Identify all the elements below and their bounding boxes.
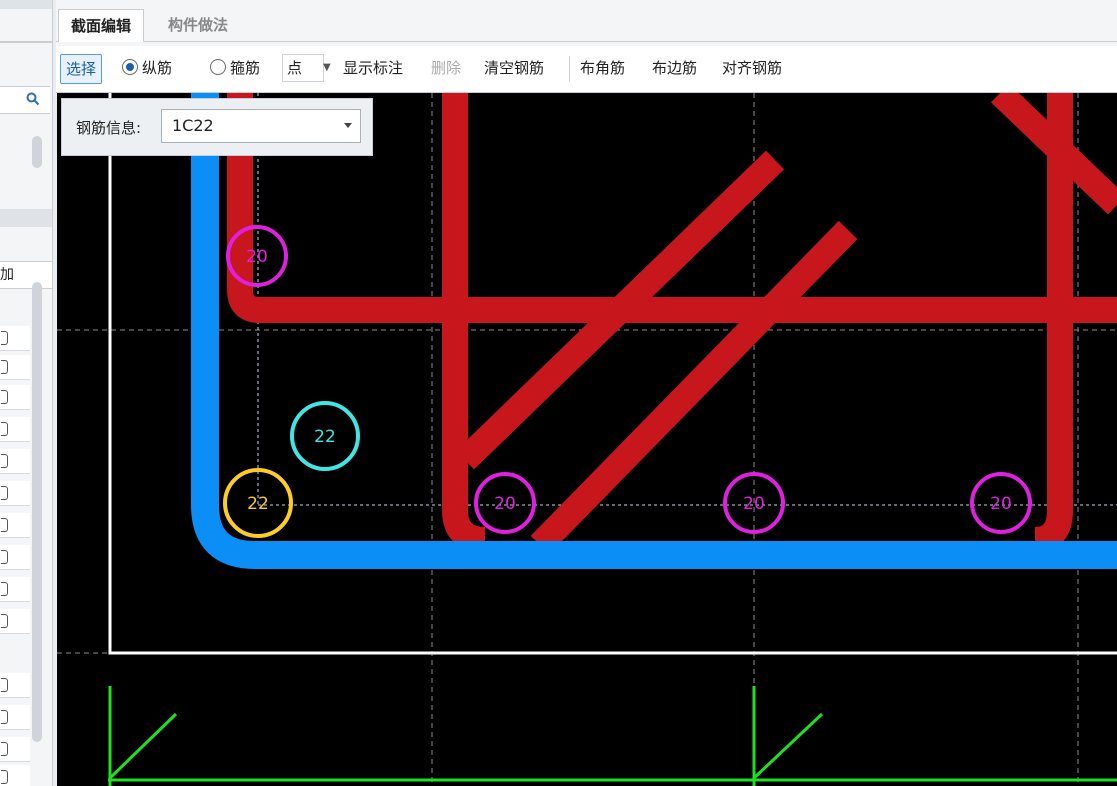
rebar-info-combobox[interactable]: 1C22 — [161, 109, 361, 143]
clear-rebar-button[interactable]: 清空钢筋 — [484, 54, 544, 82]
rebar-marker-label: 22 — [247, 494, 269, 514]
rebar-marker-label: 22 — [314, 427, 336, 447]
checkbox-fragment — [1, 742, 8, 756]
checkbox-fragment — [1, 710, 8, 724]
rebar-info-label: 钢筋信息: — [76, 119, 142, 137]
point-dropdown-value: 点 — [287, 59, 303, 77]
list-item[interactable] — [0, 513, 30, 538]
radio-unchecked-icon — [210, 59, 226, 75]
checkbox-fragment — [1, 390, 8, 404]
rebar-marker[interactable]: 20 — [970, 472, 1032, 534]
list-item[interactable] — [0, 385, 30, 410]
radio-checked-icon — [122, 59, 138, 75]
rebar-marker-label: 20 — [990, 494, 1012, 514]
search-icon[interactable] — [26, 92, 40, 110]
list-item[interactable] — [0, 673, 30, 698]
checkbox-fragment — [1, 614, 8, 628]
left-lower-scrollbar[interactable] — [32, 282, 42, 742]
tab-section-edit[interactable]: 截面编辑 — [58, 9, 145, 42]
checkbox-fragment — [1, 360, 8, 374]
left-table-header-label: 加 — [0, 267, 14, 283]
checkbox-fragment — [1, 331, 8, 345]
longitudinal-radio-label: 纵筋 — [142, 59, 173, 77]
section-drawing: 20 22 22 20 20 20 — [57, 93, 1117, 786]
show-annotation-button[interactable]: 显示标注 — [343, 54, 403, 82]
toolbar-separator — [569, 56, 570, 82]
stirrup-radio[interactable]: 箍筋 — [210, 54, 260, 82]
longitudinal-radio[interactable]: 纵筋 — [122, 54, 172, 82]
checkbox-fragment — [1, 582, 8, 596]
chevron-down-icon[interactable]: ▼ — [323, 54, 331, 82]
left-panel-divider — [0, 41, 52, 43]
toolbar: 选择 纵筋 箍筋 点 ▼ 显示标注 删除 清空钢筋 布角筋 布边筋 对齐钢筋 — [56, 46, 1117, 93]
left-panel-section-bar — [0, 209, 52, 227]
chevron-down-icon[interactable] — [344, 123, 352, 128]
left-table-header: 加 — [0, 261, 52, 289]
list-item[interactable] — [0, 705, 30, 730]
left-upper-scrollbar[interactable] — [32, 136, 42, 168]
tab-bar: 截面编辑 构件做法 — [56, 9, 1117, 42]
list-item[interactable] — [0, 417, 30, 442]
corner-rebar-button[interactable]: 布角筋 — [580, 54, 625, 82]
list-item[interactable] — [0, 737, 30, 762]
list-item[interactable] — [0, 326, 30, 351]
rebar-marker[interactable]: 20 — [474, 472, 536, 534]
checkbox-fragment — [1, 518, 8, 532]
editor-header: 截面编辑 构件做法 选择 纵筋 箍筋 点 ▼ 显示标注 删除 清空钢筋 布角筋 … — [56, 0, 1117, 94]
list-item[interactable] — [0, 577, 30, 602]
list-item[interactable] — [0, 449, 30, 474]
rebar-info-panel: 钢筋信息: 1C22 — [61, 98, 373, 156]
list-item[interactable] — [0, 609, 30, 634]
checkbox-fragment — [1, 678, 8, 692]
list-item[interactable] — [0, 481, 30, 506]
point-dropdown[interactable]: 点 — [282, 54, 324, 82]
checkbox-fragment — [1, 422, 8, 436]
rebar-info-value: 1C22 — [172, 116, 214, 135]
checkbox-fragment — [1, 486, 8, 500]
left-panel: 加 — [0, 0, 53, 786]
select-button[interactable]: 选择 — [60, 54, 103, 84]
checkbox-fragment — [1, 770, 8, 784]
align-rebar-button[interactable]: 对齐钢筋 — [722, 54, 782, 82]
edge-rebar-button[interactable]: 布边筋 — [652, 54, 697, 82]
tab-component-method[interactable]: 构件做法 — [156, 9, 240, 41]
left-panel-top-strip — [0, 0, 52, 9]
checkbox-fragment — [1, 454, 8, 468]
coordinate-axis — [108, 686, 1117, 786]
rebar-marker[interactable]: 22 — [290, 401, 360, 471]
rebar-marker-label: 20 — [246, 247, 268, 267]
delete-button[interactable]: 删除 — [431, 54, 461, 82]
list-item[interactable] — [0, 765, 30, 786]
list-item[interactable] — [0, 355, 30, 380]
left-search-box[interactable] — [0, 86, 50, 114]
checkbox-fragment — [1, 550, 8, 564]
rebar-markers: 20 22 22 20 20 20 — [223, 225, 1032, 538]
drawing-canvas[interactable]: 20 22 22 20 20 20 — [57, 93, 1117, 786]
rebar-marker-label: 20 — [743, 494, 765, 514]
rebar-marker-label: 20 — [494, 494, 516, 514]
list-item[interactable] — [0, 545, 30, 570]
stirrup-radio-label: 箍筋 — [230, 59, 261, 77]
